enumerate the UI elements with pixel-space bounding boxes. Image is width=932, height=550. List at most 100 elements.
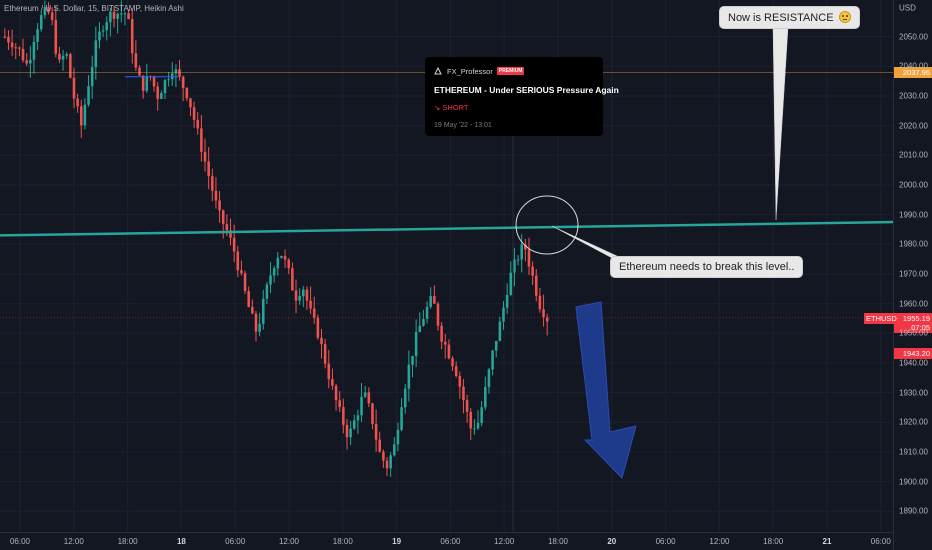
candle-body [360,396,363,416]
price-axis[interactable]: USD 2037.96 1955.19 07:05 1943.20 2050.0… [893,0,932,550]
candle-body [407,364,411,389]
candle-body [203,151,207,162]
candle-body [211,176,214,191]
price-label: 1950.00 [899,328,928,338]
candle-body [378,439,382,452]
candle-body [29,59,32,64]
premium-badge: PREMIUM [496,67,525,75]
candle-body [363,392,367,397]
price-label: 1970.00 [899,269,928,279]
time-label: 12:00 [63,537,84,546]
candle-body [513,259,516,273]
candle-body [531,266,534,276]
smiley-icon [838,11,851,23]
candle-body [25,60,28,64]
candle-body [294,290,298,301]
candle-body [127,13,130,19]
candle-body [356,415,360,421]
candle-body [265,284,269,299]
candle-body [476,423,480,429]
candle-body [491,350,494,370]
candle-body [352,420,356,429]
candle-body [21,48,25,61]
candle-body [433,296,436,304]
price-label: 2000.00 [899,180,928,190]
candle-body [334,385,338,401]
candle-body [145,76,149,91]
candle-body [451,358,454,367]
candle-body [327,363,331,380]
candle-body [90,67,94,87]
candle-body [200,128,203,152]
candle-body [436,303,440,326]
candle-body [94,40,98,68]
candle-body [298,296,301,301]
candle-body [447,344,451,359]
candle-body [534,275,538,296]
time-label: 18:00 [763,537,784,546]
candle-body [473,428,476,430]
candle-body [520,244,523,260]
candle-body [411,355,414,365]
callout-break-level[interactable]: Ethereum needs to break this level.. [610,256,804,278]
time-axis[interactable]: 06:00 12:00 18:00 18 06:00 12:00 18:00 19 06:00 1… [0,532,893,550]
candle-body [76,98,79,107]
idea-card[interactable]: FX_Professor PREMIUM ETHEREUM - Under SE… [425,57,619,136]
candle-body [462,386,465,401]
price-label: 1960.00 [899,299,928,309]
candle-body [192,107,196,120]
callout-pointer-resistance [772,27,789,221]
candle-body [14,47,18,49]
candle-body [418,325,422,332]
price-label: 1910.00 [899,447,928,457]
candle-body [374,423,378,440]
price-label: 2040.00 [899,61,928,71]
last-price-value: 1955.19 [902,313,930,323]
idea-author-row[interactable]: FX_Professor PREMIUM [434,65,594,77]
highlight-circle [515,195,579,255]
candle-body [221,210,225,225]
candle-body [367,392,371,404]
candle-body [385,460,389,469]
candle-body [393,444,396,456]
candle-body [487,369,491,387]
candle-body [105,22,109,31]
candle-body [527,249,531,267]
candle-body [120,13,123,15]
candle-body [109,11,112,23]
time-label: 06:00 [225,537,246,546]
candle-body [396,429,400,445]
candle-body [458,376,462,387]
candle-body [331,379,334,386]
idea-author[interactable]: FX_Professor [447,67,493,76]
time-label: 18:00 [117,537,138,546]
candle-body [163,80,167,94]
time-label: 18:00 [547,537,569,546]
time-label: 06:00 [655,537,676,546]
candle-body [542,309,545,318]
candle-body [454,366,458,377]
candle-body [316,317,320,338]
callout-resistance[interactable]: Now is RESISTANCE [719,6,860,29]
time-label: 12:00 [709,537,730,546]
candle-body [218,200,221,211]
candle-body [323,344,327,364]
candle-body [185,87,189,99]
price-label: 2020.00 [899,121,928,131]
candle-body [79,106,83,126]
symbol-legend[interactable]: Ethereum / U.S. Dollar, 15, BITSTAMP, He… [4,4,184,13]
symbol-tag: ETHUSD [864,312,897,324]
candle-body [349,428,352,438]
idea-title[interactable]: ETHEREUM - Under SERIOUS Pressure Again [434,85,619,95]
currency-label: USD [899,3,916,13]
candle-body [251,307,254,314]
time-label: 19 [392,537,402,546]
price-label: 1900.00 [899,477,928,487]
candle-body [243,273,247,292]
callout-resistance-text: Now is RESISTANCE [728,12,834,24]
author-icon [434,66,442,75]
candle-body [305,289,309,301]
candle-body [189,98,192,108]
candle-body [498,321,502,341]
price-label: 1890.00 [899,506,928,516]
